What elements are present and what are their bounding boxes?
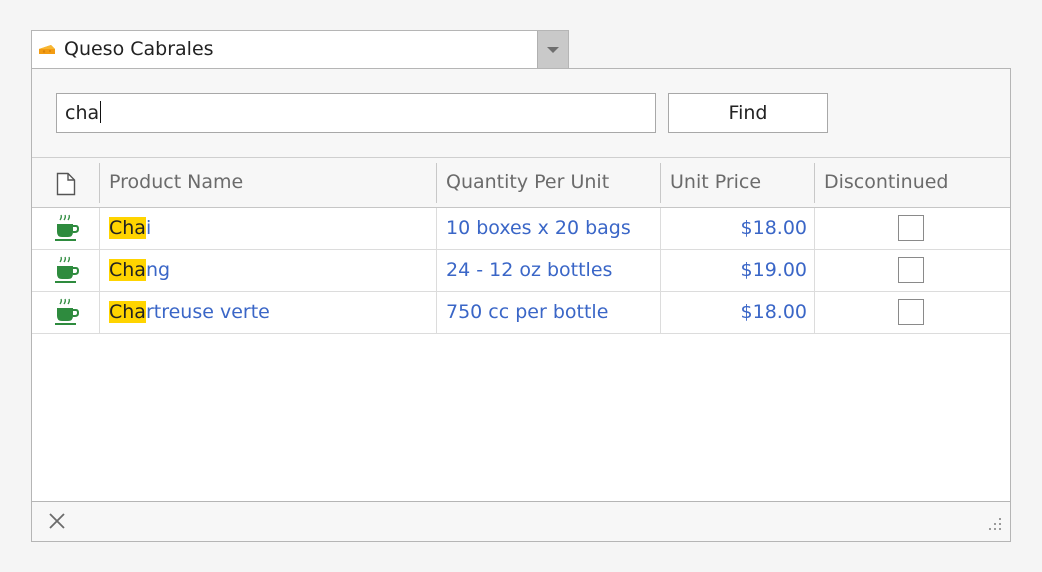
column-header-product-name[interactable]: Product Name (100, 158, 436, 207)
lookup-popup: cha Find Product Name Quantity Per Unit … (31, 68, 1011, 542)
product-name-cell: Chartreuse verte (109, 301, 270, 323)
column-header-discontinued[interactable]: Discontinued (815, 158, 1010, 207)
dropdown-button[interactable] (537, 31, 568, 68)
product-name-cell: Chai (109, 217, 152, 239)
combo-selected-value: Queso Cabrales (64, 38, 214, 60)
document-icon (56, 172, 76, 196)
chevron-down-icon (547, 47, 559, 53)
product-name-cell: Chang (109, 259, 171, 281)
column-header-unit-price[interactable]: Unit Price (661, 158, 814, 207)
search-match-highlight: Cha (109, 301, 146, 323)
table-row[interactable]: Chang 24 - 12 oz bottles $19.00 (32, 250, 1010, 292)
column-header-quantity-per-unit[interactable]: Quantity Per Unit (437, 158, 660, 207)
coffee-cup-icon (55, 256, 80, 283)
quantity-per-unit-cell: 24 - 12 oz bottles (446, 259, 613, 281)
grid-header: Product Name Quantity Per Unit Unit Pric… (32, 158, 1010, 208)
cheese-icon (39, 45, 55, 54)
find-button[interactable]: Find (668, 93, 828, 133)
quantity-per-unit-cell: 750 cc per bottle (446, 301, 609, 323)
unit-price-cell: $18.00 (740, 301, 807, 323)
coffee-cup-icon (55, 298, 80, 325)
table-row[interactable]: Chartreuse verte 750 cc per bottle $18.0… (32, 292, 1010, 334)
resize-grip-icon[interactable] (982, 513, 1004, 535)
unit-price-cell: $19.00 (740, 259, 807, 281)
search-input[interactable]: cha (56, 93, 656, 133)
popup-footer (32, 501, 1010, 541)
close-icon[interactable] (46, 510, 68, 532)
coffee-cup-icon (55, 214, 80, 241)
unit-price-cell: $18.00 (740, 217, 807, 239)
quantity-per-unit-cell: 10 boxes x 20 bags (446, 217, 631, 239)
table-row[interactable]: Chai 10 boxes x 20 bags $18.00 (32, 208, 1010, 250)
discontinued-checkbox[interactable] (898, 299, 924, 325)
search-match-highlight: Cha (109, 259, 146, 281)
discontinued-checkbox[interactable] (898, 215, 924, 241)
text-caret (100, 100, 102, 123)
search-input-value: cha (65, 102, 100, 124)
product-combo-box[interactable]: Queso Cabrales (31, 30, 569, 69)
search-match-highlight: Cha (109, 217, 146, 239)
product-grid: Product Name Quantity Per Unit Unit Pric… (32, 157, 1010, 502)
discontinued-checkbox[interactable] (898, 257, 924, 283)
